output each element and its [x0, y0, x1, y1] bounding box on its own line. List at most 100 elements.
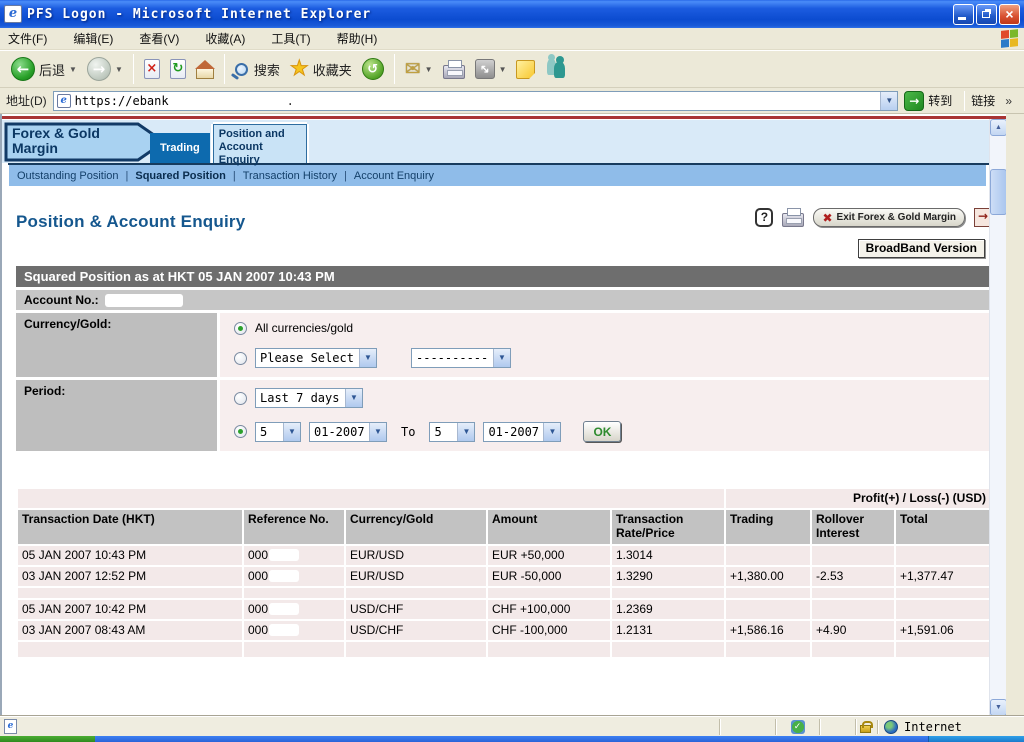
- col-rollover-interest: Rollover Interest: [812, 510, 894, 544]
- exit-forex-button[interactable]: ✖ Exit Forex & Gold Margin: [813, 208, 965, 227]
- scroll-down-icon[interactable]: ▼: [990, 699, 1006, 716]
- mail-button[interactable]: ✉ ▼: [400, 58, 438, 81]
- back-icon: ←: [11, 57, 35, 81]
- minimize-button[interactable]: [953, 4, 974, 25]
- table-row: 05 JAN 2007 10:43 PM 000 EUR/USD EUR +50…: [18, 546, 992, 565]
- menu-bar: 文件(F) 编辑(E) 查看(V) 收藏(A) 工具(T) 帮助(H): [0, 28, 1024, 50]
- menu-help[interactable]: 帮助(H): [337, 30, 378, 47]
- favorites-star-icon: ★: [290, 59, 309, 79]
- radio-period-range[interactable]: [234, 425, 247, 438]
- tab-position-and-account-enquiry[interactable]: Position and Account Enquiry: [213, 124, 307, 163]
- links-chevron-icon[interactable]: »: [1005, 94, 1012, 108]
- from-month-select[interactable]: 01-2007 ▼: [309, 422, 387, 442]
- profit-loss-band: Profit(+) / Loss(-) (USD): [18, 489, 992, 508]
- radio-select-currency[interactable]: [234, 352, 247, 365]
- history-button[interactable]: ↺: [357, 56, 389, 82]
- tab-trading[interactable]: Trading: [150, 133, 210, 163]
- reference-redacted: [269, 624, 299, 636]
- menu-favorites[interactable]: 收藏(A): [205, 30, 245, 47]
- chevron-down-icon: ▼: [543, 423, 560, 441]
- address-bar: 地址(D) e https://ebank . ▼ → 转到 链接 »: [0, 88, 1024, 114]
- search-label: 搜索: [254, 60, 280, 79]
- start-button[interactable]: [0, 736, 95, 742]
- nav-squared-position[interactable]: Squared Position: [135, 170, 225, 182]
- radio-period-preset[interactable]: [234, 392, 247, 405]
- address-redaction-artifact: .: [287, 94, 294, 108]
- print-page-icon[interactable]: [782, 213, 804, 227]
- forward-icon: →: [87, 57, 111, 81]
- toolbar-separator: [133, 54, 134, 84]
- edit-button[interactable]: ↔ ▼: [470, 57, 512, 81]
- chevron-down-icon: ▼: [359, 349, 376, 367]
- ie-logo-icon: e: [4, 5, 22, 23]
- discuss-button[interactable]: [511, 58, 540, 81]
- chevron-down-icon: ▼: [283, 423, 300, 441]
- reference-redacted: [269, 549, 299, 561]
- to-day-select[interactable]: 5 ▼: [429, 422, 475, 442]
- forward-dropdown-icon: ▼: [115, 65, 123, 74]
- currency-pair-select[interactable]: ---------- ▼: [411, 348, 511, 368]
- col-reference-no: Reference No.: [244, 510, 344, 544]
- address-dropdown-icon[interactable]: ▼: [880, 92, 897, 110]
- ok-button[interactable]: OK: [583, 421, 621, 442]
- search-button[interactable]: 搜索: [230, 58, 285, 81]
- radio-all-currencies[interactable]: [234, 322, 247, 335]
- restore-icon: [982, 11, 990, 18]
- refresh-button[interactable]: ↻: [165, 57, 191, 81]
- table-row: 05 JAN 2007 10:42 PM 000 USD/CHF CHF +10…: [18, 600, 992, 619]
- table-row: 03 JAN 2007 12:52 PM 000 EUR/USD EUR -50…: [18, 567, 992, 586]
- print-button[interactable]: [438, 57, 470, 81]
- nav-separator: |: [233, 170, 236, 182]
- exit-x-icon: ✖: [822, 211, 832, 225]
- messenger-button[interactable]: [540, 57, 574, 81]
- address-input[interactable]: e https://ebank . ▼: [53, 91, 899, 111]
- restore-button[interactable]: [976, 4, 997, 25]
- close-button[interactable]: ×: [999, 4, 1020, 25]
- back-dropdown-icon: ▼: [69, 65, 77, 74]
- favorites-button[interactable]: ★ 收藏夹: [285, 57, 357, 81]
- history-icon: ↺: [362, 58, 384, 80]
- nav-outstanding-position[interactable]: Outstanding Position: [17, 170, 119, 182]
- help-icon[interactable]: ?: [755, 208, 773, 227]
- account-number-redacted: [105, 294, 183, 307]
- scroll-up-icon[interactable]: ▲: [990, 119, 1006, 136]
- currency-select[interactable]: Please Select ▼: [255, 348, 377, 368]
- go-button[interactable]: → 转到: [904, 91, 952, 111]
- from-day-select[interactable]: 5 ▼: [255, 422, 301, 442]
- back-button[interactable]: ← 后退 ▼: [6, 55, 82, 83]
- links-label[interactable]: 链接: [971, 92, 995, 109]
- nav-transaction-history[interactable]: Transaction History: [243, 170, 337, 182]
- scrollbar-thumb[interactable]: [990, 169, 1006, 215]
- close-icon: ×: [1000, 5, 1019, 24]
- chevron-down-icon: ▼: [369, 423, 386, 441]
- menu-file[interactable]: 文件(F): [8, 30, 47, 47]
- home-button[interactable]: [191, 57, 219, 81]
- filter-panel: Currency/Gold: All currencies/gold Pleas…: [16, 313, 992, 451]
- vertical-scrollbar[interactable]: ▲ ▼: [989, 119, 1006, 716]
- menu-edit[interactable]: 编辑(E): [73, 30, 113, 47]
- stop-button[interactable]: ×: [139, 57, 165, 81]
- status-panel: [820, 719, 856, 735]
- nav-separator: |: [344, 170, 347, 182]
- menu-tools[interactable]: 工具(T): [271, 30, 310, 47]
- to-label: To: [401, 425, 415, 439]
- col-trading: Trading: [726, 510, 810, 544]
- internet-globe-icon: [884, 720, 898, 734]
- reference-redacted: [269, 570, 299, 582]
- toolbar-separator: [394, 54, 395, 84]
- period-preset-select[interactable]: Last 7 days ▼: [255, 388, 363, 408]
- sub-navigation: Outstanding Position | Squared Position …: [9, 165, 986, 186]
- account-row: Account No.:: [16, 290, 992, 310]
- refresh-icon: ↻: [170, 59, 186, 79]
- panel-divider: [877, 720, 878, 734]
- minimize-icon: [958, 17, 966, 20]
- back-label: 后退: [39, 60, 65, 79]
- nav-account-enquiry[interactable]: Account Enquiry: [354, 170, 434, 182]
- menu-view[interactable]: 查看(V): [139, 30, 179, 47]
- broadband-version-button[interactable]: BroadBand Version: [858, 239, 985, 258]
- forward-button[interactable]: → ▼: [82, 55, 128, 83]
- go-arrow-icon: →: [904, 91, 924, 111]
- security-zone-panel: Internet: [856, 719, 1024, 735]
- to-month-select[interactable]: 01-2007 ▼: [483, 422, 561, 442]
- document-icon: e: [4, 719, 17, 734]
